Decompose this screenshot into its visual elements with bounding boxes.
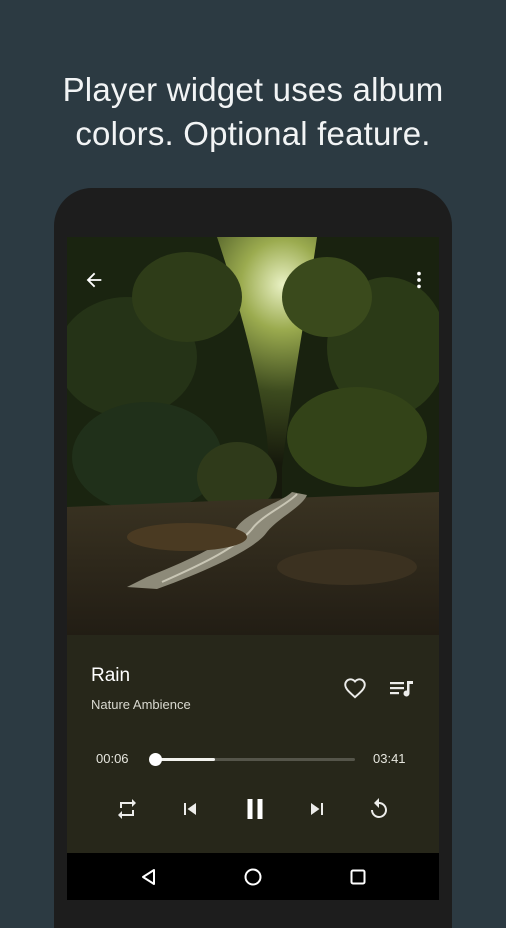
seek-bar-thumb[interactable] [149,753,162,766]
track-title: Rain [91,665,131,686]
phone-screen: Rain Nature Ambience 00:06 03:41 [67,237,439,900]
more-options-button[interactable] [401,262,437,298]
repeat-button[interactable] [110,792,144,826]
track-artist: Nature Ambience [91,697,191,712]
favorite-button[interactable] [338,671,372,705]
seek-bar-progress [155,758,215,761]
player-panel: Rain Nature Ambience 00:06 03:41 [67,635,439,853]
pause-button[interactable] [236,790,274,828]
navigation-bar [67,853,439,900]
replay-button[interactable] [362,792,396,826]
nav-back-icon [142,869,155,885]
repeat-icon [118,799,136,819]
nav-home-icon [244,868,262,886]
arrow-back-icon [86,272,102,288]
back-button[interactable] [76,262,112,298]
nav-recents-icon [350,869,366,885]
queue-button[interactable] [385,671,419,705]
nav-recents-button[interactable] [340,859,376,895]
replay-icon [371,798,387,818]
caption: Player widget uses album colors. Optiona… [0,68,506,156]
caption-line-2: colors. Optional feature. [75,115,431,152]
skip-next-icon [311,803,323,815]
more-vert-icon [417,271,421,289]
favorite-icon [344,678,366,699]
caption-line-1: Player widget uses album [62,71,444,108]
album-art [67,237,439,635]
nav-back-button[interactable] [131,859,167,895]
nav-home-button[interactable] [235,859,271,895]
pause-icon [247,799,263,819]
queue-music-icon [390,681,413,697]
seek-bar[interactable] [149,753,355,766]
next-button[interactable] [300,792,334,826]
elapsed-time: 00:06 [96,751,129,766]
skip-previous-icon [184,803,196,815]
previous-button[interactable] [173,792,207,826]
total-duration: 03:41 [373,751,406,766]
